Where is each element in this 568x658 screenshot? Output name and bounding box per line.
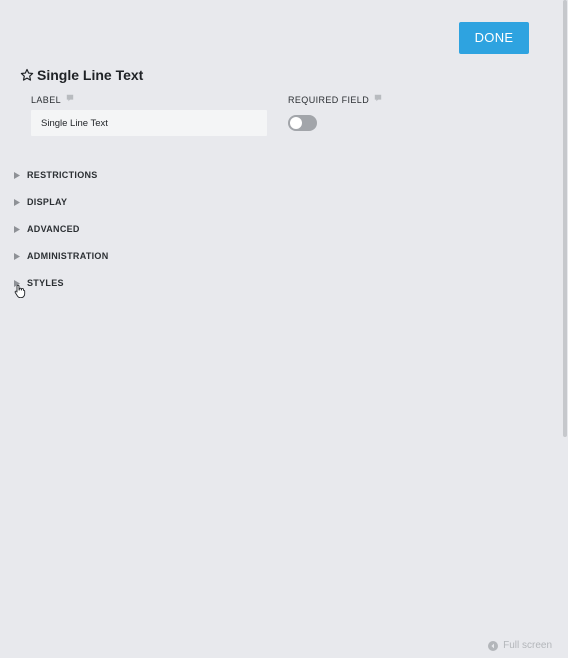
field-settings-panel: DONE Single Line Text LABEL REQUIRED FIE… <box>0 0 562 658</box>
speech-bubble-icon[interactable] <box>66 94 74 102</box>
vertical-scrollbar[interactable] <box>562 0 568 658</box>
toggle-knob <box>290 117 302 129</box>
caret-right-icon <box>14 225 20 233</box>
section-advanced[interactable]: ADVANCED <box>14 221 80 237</box>
caret-right-icon <box>14 171 20 179</box>
required-field-caption-text: REQUIRED FIELD <box>288 95 370 105</box>
required-field-caption: REQUIRED FIELD <box>288 94 382 105</box>
caret-right-icon <box>14 198 20 206</box>
label-caption-text: LABEL <box>31 95 62 105</box>
fullscreen-label: Full screen <box>503 640 552 651</box>
fullscreen-link[interactable]: Full screen <box>488 640 552 651</box>
section-label: DISPLAY <box>27 197 68 207</box>
section-administration[interactable]: ADMINISTRATION <box>14 248 109 264</box>
section-label: ADMINISTRATION <box>27 251 109 261</box>
section-restrictions[interactable]: RESTRICTIONS <box>14 167 98 183</box>
caret-right-icon <box>14 252 20 260</box>
field-title-text: Single Line Text <box>37 67 144 83</box>
section-display[interactable]: DISPLAY <box>14 194 67 210</box>
done-button[interactable]: DONE <box>459 22 529 54</box>
hand-pointer-icon <box>14 284 26 298</box>
label-caption: LABEL <box>31 94 74 105</box>
section-label: RESTRICTIONS <box>27 170 98 180</box>
section-label: ADVANCED <box>27 224 80 234</box>
arrow-circle-icon <box>488 640 499 651</box>
required-field-toggle[interactable] <box>288 115 317 131</box>
speech-bubble-icon[interactable] <box>374 94 382 102</box>
scrollbar-thumb[interactable] <box>563 0 567 437</box>
section-label: STYLES <box>27 278 64 288</box>
star-icon[interactable] <box>20 68 34 82</box>
label-input[interactable] <box>31 110 267 136</box>
field-title: Single Line Text <box>20 64 143 86</box>
